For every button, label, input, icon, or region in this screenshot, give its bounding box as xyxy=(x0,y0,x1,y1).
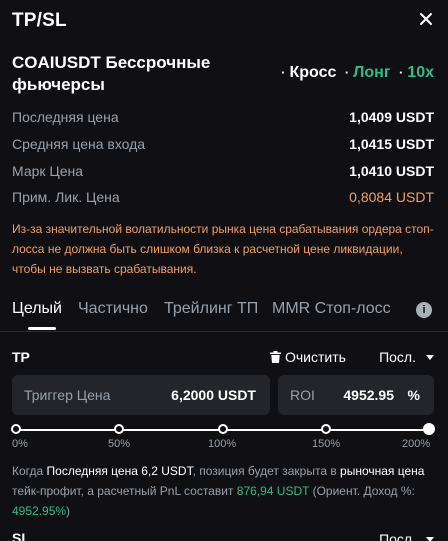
side-tag: Лонг xyxy=(353,64,391,81)
summary-text: Когда xyxy=(12,464,47,478)
avg-entry-row: Средняя цена входа 1,0415 USDT xyxy=(12,136,436,156)
summary-order-type: рыночная цена xyxy=(340,464,425,478)
sl-label: SL xyxy=(12,530,30,541)
summary-text: , позиция будет закрыта в xyxy=(192,464,341,478)
clear-label: Очистить xyxy=(285,349,346,365)
tag-separator: · xyxy=(398,65,404,80)
sl-section-header: SL Посл. xyxy=(12,530,436,541)
tpsl-tabs: Целый Частично Трейлинг ТП MMR Стоп-лосс… xyxy=(12,300,436,332)
trigger-price-unit: USDT xyxy=(217,387,256,403)
trigger-price-placeholder: Триггер Цена xyxy=(24,387,111,403)
tick-label: 200% xyxy=(402,438,431,450)
info-icon[interactable]: i xyxy=(416,302,432,318)
slider-stop-50[interactable] xyxy=(114,424,124,434)
slider-thumb[interactable] xyxy=(423,423,435,435)
position-summary: COAIUSDT Бессрочные фьючерсы · Кросс · Лон… xyxy=(12,52,436,100)
leverage-tag: 10x xyxy=(407,64,434,81)
dialog-header: TP/SL xyxy=(0,0,448,44)
close-icon[interactable] xyxy=(416,9,436,29)
slider-stop-0[interactable] xyxy=(11,424,21,434)
sl-price-type-select[interactable]: Посл. xyxy=(379,531,434,541)
tp-price-type-select[interactable]: Посл. xyxy=(379,349,434,365)
tag-separator: · xyxy=(281,65,286,80)
slider-stop-150[interactable] xyxy=(321,424,331,434)
info-label: Марк Цена xyxy=(12,163,84,179)
tp-summary-text: Когда Последняя цена 6,2 USDT, позиция б… xyxy=(12,461,436,521)
margin-mode-tag: Кросс xyxy=(289,64,337,81)
info-value: 1,0409 USDT xyxy=(349,109,434,125)
tick-label: 0% xyxy=(12,438,28,450)
info-label: Последняя цена xyxy=(12,109,119,125)
dialog-title: TP/SL xyxy=(12,10,67,31)
roi-label: ROI xyxy=(290,387,315,403)
tick-label: 100% xyxy=(208,438,237,450)
clear-button[interactable]: Очистить xyxy=(270,349,346,365)
info-label: Средняя цена входа xyxy=(12,136,146,152)
tag-separator: · xyxy=(344,65,350,80)
slider-tick-labels: 0% 50% 100% 150% 200% xyxy=(12,438,436,454)
summary-text: (Ориент. Доход %: xyxy=(309,484,415,498)
tp-roi-input[interactable]: ROI 4952.95 % xyxy=(278,375,434,415)
trash-icon xyxy=(270,351,281,363)
tabs-divider xyxy=(0,331,448,332)
symbol-name: COAIUSDT Бессрочные фьючерсы xyxy=(12,53,211,94)
tick-label: 150% xyxy=(312,438,341,450)
tick-label: 50% xyxy=(108,438,131,450)
summary-text: ) xyxy=(66,504,71,518)
roi-unit: % xyxy=(407,387,420,403)
info-value: 1,0415 USDT xyxy=(349,136,434,152)
active-tab-indicator xyxy=(28,327,56,330)
info-value: 1,0410 USDT xyxy=(349,163,434,179)
summary-roi: 4952.95% xyxy=(12,504,67,518)
tab-full[interactable]: Целый xyxy=(12,300,62,318)
liquidation-warning: Из-за значительной волатильности рынка ц… xyxy=(12,222,434,276)
tp-trigger-price-input[interactable]: Триггер Цена 6,2000 USDT xyxy=(12,375,270,415)
last-price-row: Последняя цена 1,0409 USDT xyxy=(12,109,436,129)
summary-text: тейк-профит, а расчетный PnL составит xyxy=(12,484,237,498)
info-label: Прим. Лик. Цена xyxy=(12,189,120,205)
tab-mmr-stop-loss[interactable]: MMR Стоп-лосс xyxy=(272,300,391,318)
tp-roi-slider[interactable] xyxy=(11,423,435,438)
mark-price-row: Марк Цена 1,0410 USDT xyxy=(12,163,436,183)
slider-stop-100[interactable] xyxy=(218,424,228,434)
price-type-label: Посл. xyxy=(379,349,416,365)
summary-trigger: Последняя цена 6,2 USDT xyxy=(46,464,193,478)
chevron-down-icon xyxy=(426,355,434,360)
summary-pnl: 876,94 USDT xyxy=(236,484,310,498)
tab-partial[interactable]: Частично xyxy=(78,300,148,318)
tab-trailing-tp[interactable]: Трейлинг ТП xyxy=(164,300,258,318)
info-value: 0,8084 USDT xyxy=(349,189,434,205)
tp-section-header: TP Очистить Посл. xyxy=(12,348,436,368)
tp-label: TP xyxy=(12,349,30,365)
position-tags: · Кросс · Лонг · 10x xyxy=(277,64,434,82)
liq-price-row: Прим. Лик. Цена 0,8084 USDT xyxy=(12,189,436,209)
roi-value: 4952.95 xyxy=(343,387,394,403)
price-type-label: Посл. xyxy=(379,531,416,541)
trigger-price-value: 6,2000 xyxy=(171,387,214,403)
chevron-down-icon xyxy=(426,537,434,541)
